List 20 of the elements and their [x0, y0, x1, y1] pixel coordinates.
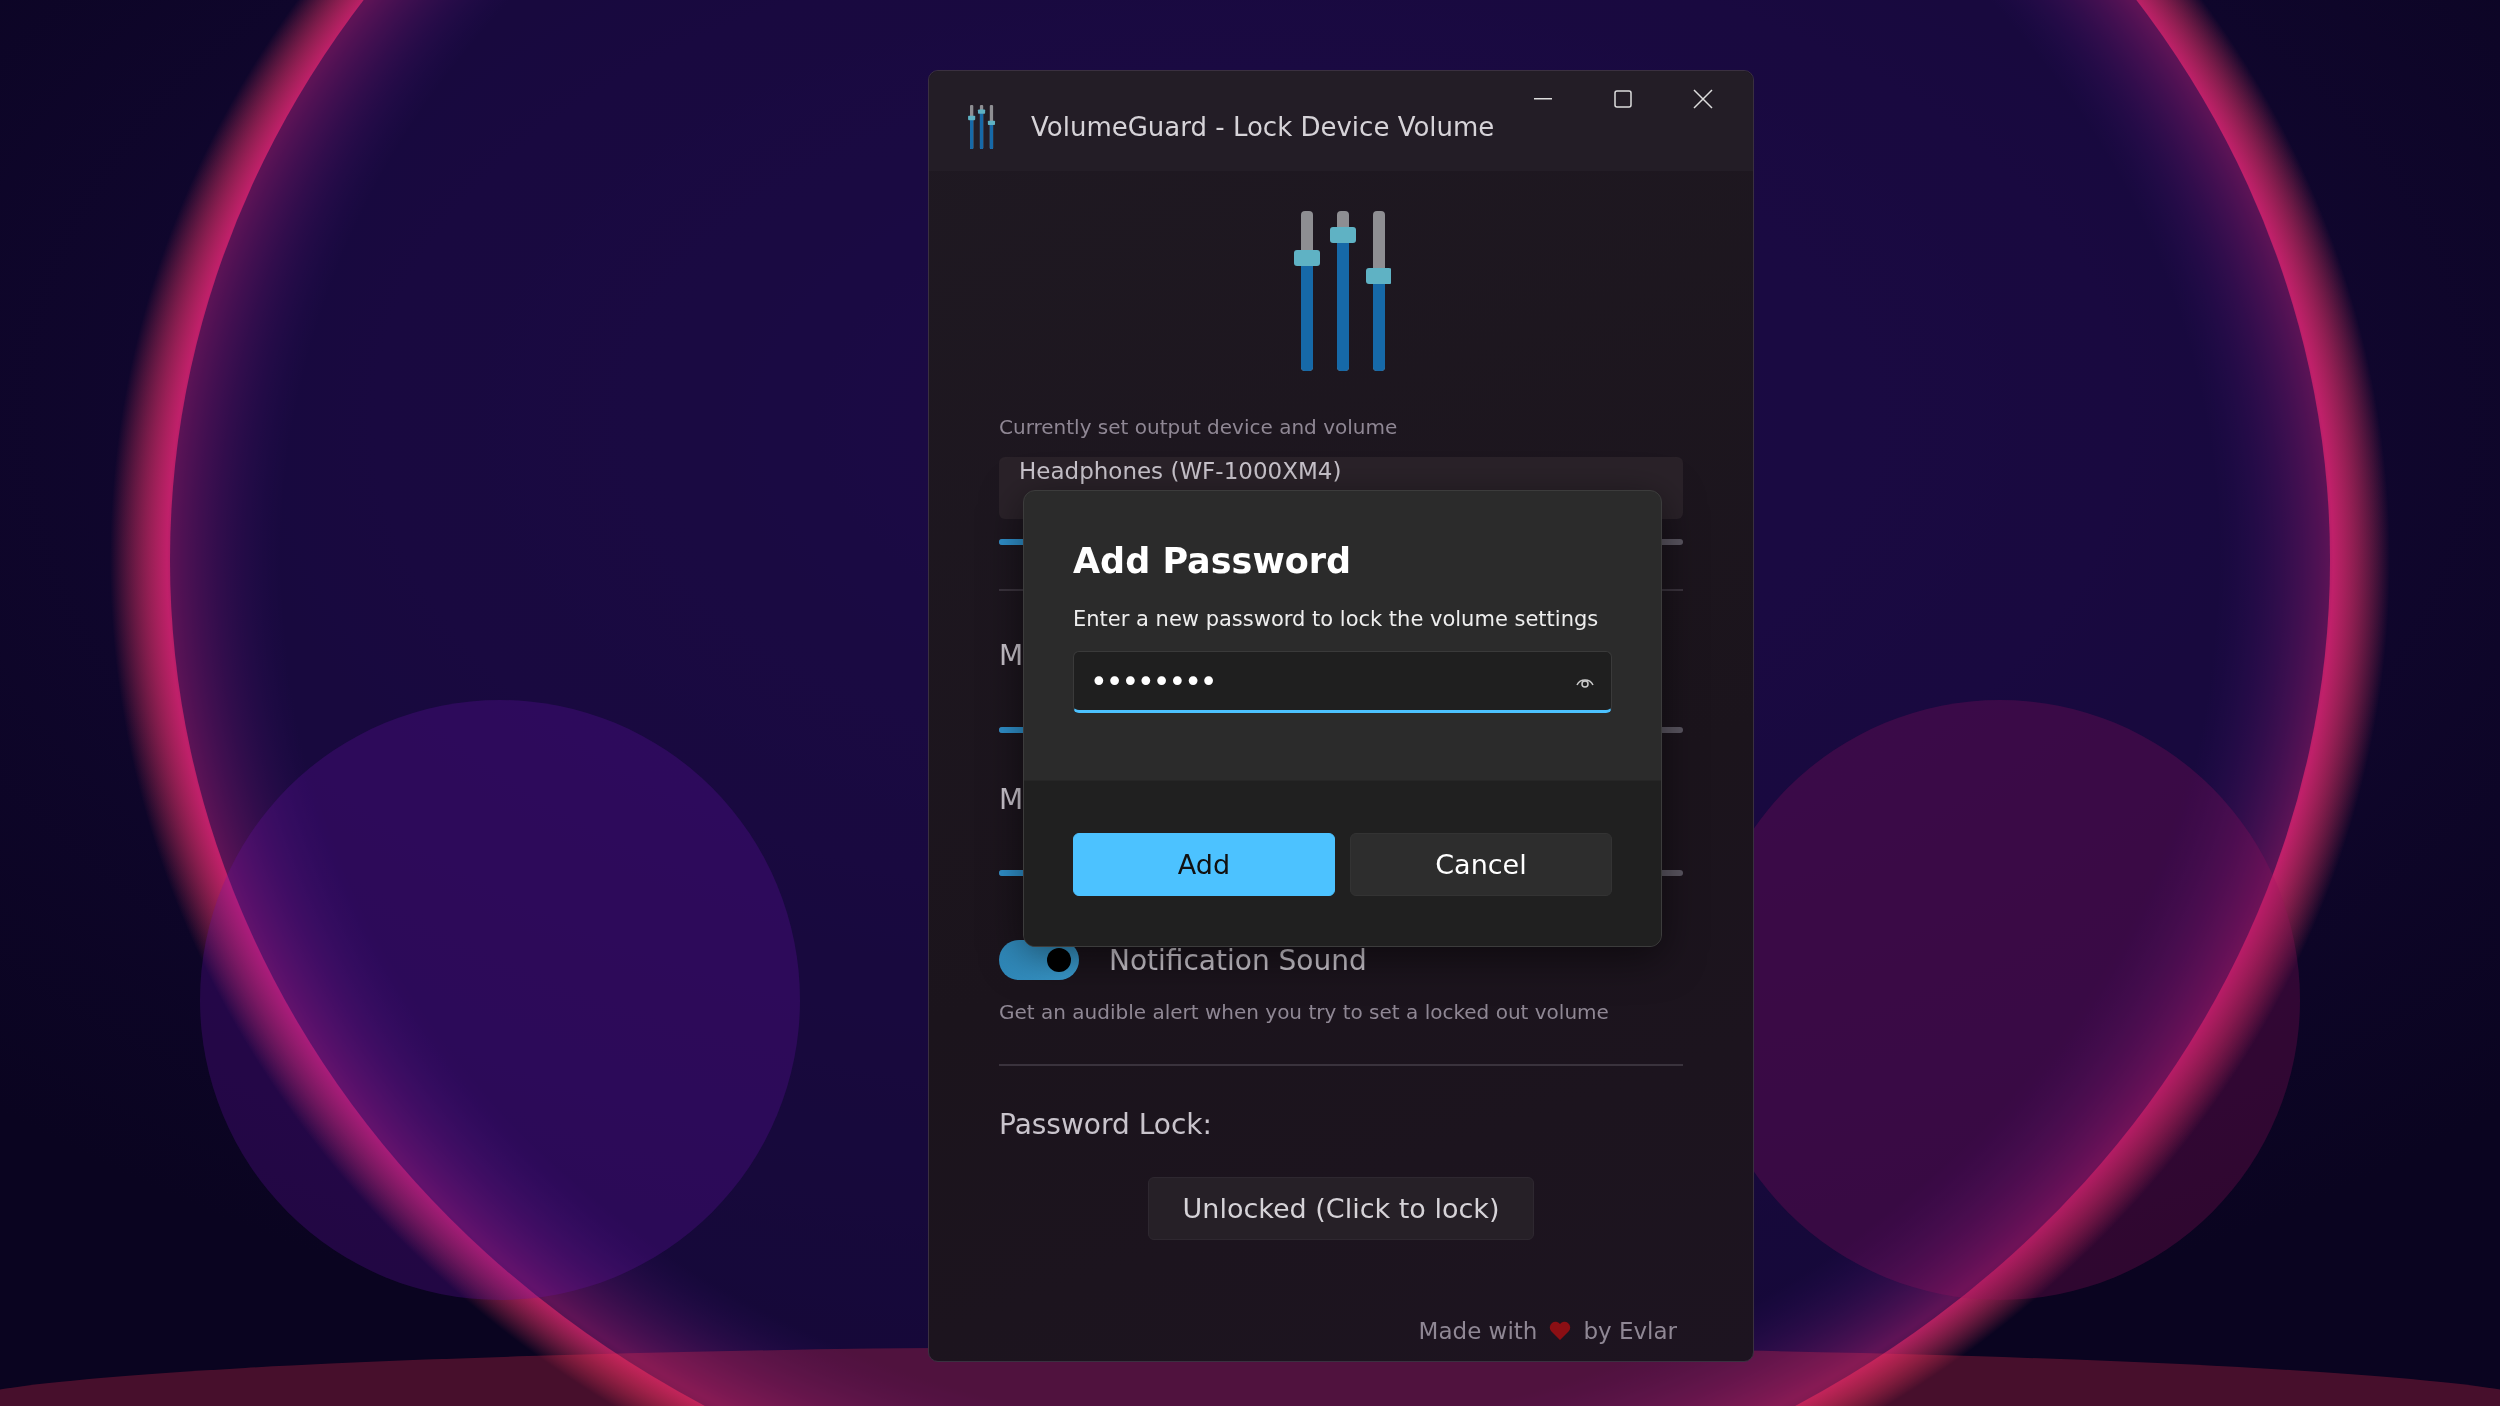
cancel-button[interactable]: Cancel — [1350, 833, 1612, 896]
section-label: Password Lock: — [999, 1108, 1213, 1141]
section-label: Currently set output device and volume — [999, 415, 1399, 439]
maximize-icon — [1614, 90, 1632, 108]
footer-text: Made with — [1418, 1318, 1538, 1344]
lock-button[interactable]: Unlocked (Click to lock) — [1147, 1177, 1535, 1240]
toggle-description: Get an audible alert when you try to set a locked out volume — [999, 1000, 1610, 1024]
toggle-label: Notification Sound — [1109, 943, 1367, 977]
setting-label: M — [999, 639, 1025, 672]
window-title: VolumeGuard - Lock Device Volume — [1031, 112, 1495, 142]
password-field[interactable]: •••••••• — [1090, 663, 1575, 699]
minimize-icon — [1534, 98, 1552, 100]
footer-text: by Evlar — [1583, 1318, 1677, 1344]
password-box[interactable]: •••••••• — [1073, 651, 1612, 713]
dialog-title: Add Password — [1073, 541, 1353, 581]
heart-icon — [1549, 1321, 1572, 1341]
close-icon — [1693, 89, 1713, 109]
dialog-message: Enter a new password to lock the volume settings — [1073, 607, 1600, 631]
add-button[interactable]: Add — [1073, 833, 1335, 896]
setting-label: M — [999, 783, 1025, 816]
